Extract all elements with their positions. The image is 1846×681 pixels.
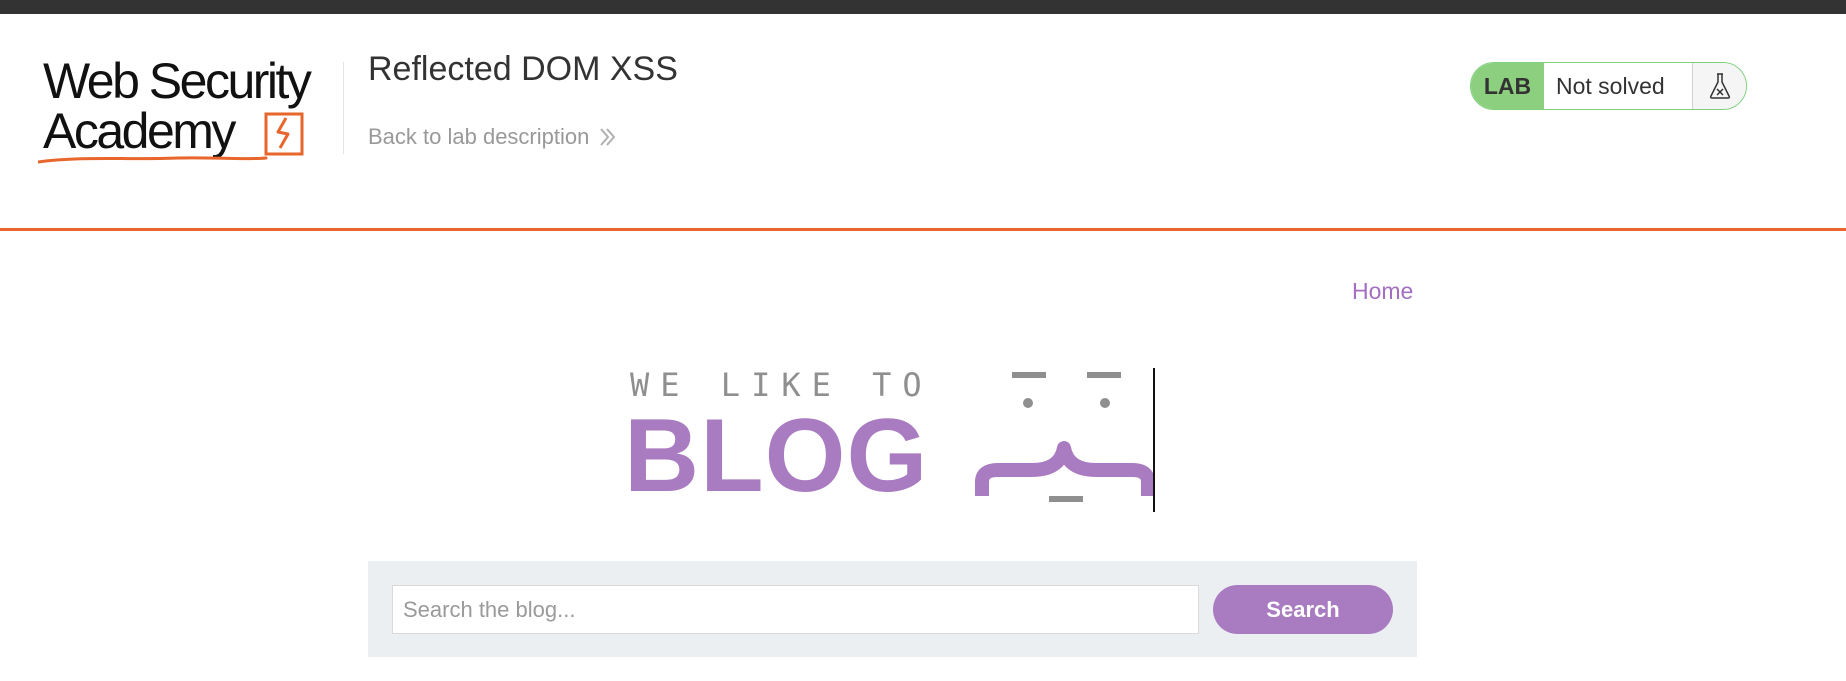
lab-badge: LAB (1471, 63, 1544, 109)
lab-status-widget: LAB Not solved (1470, 62, 1747, 110)
browser-top-bar (0, 0, 1846, 14)
back-link-label: Back to lab description (368, 124, 590, 149)
lab-title: Reflected DOM XSS (368, 50, 678, 88)
search-button[interactable]: Search (1213, 585, 1393, 634)
nav-home-link[interactable]: Home (1352, 278, 1413, 305)
lab-header: Web Security Academy Reflected DOM XSS B… (0, 14, 1846, 228)
logo-lightning-icon (38, 112, 304, 164)
web-security-academy-logo[interactable]: Web Security Academy (38, 48, 344, 178)
blog-banner: WE LIKE TO BLOG (620, 360, 1160, 520)
search-panel: Search (368, 561, 1417, 657)
back-to-lab-description-link[interactable]: Back to lab description (368, 124, 616, 150)
flask-icon (1693, 63, 1746, 109)
blog-face-icon (975, 368, 1155, 512)
header-orange-rule (0, 228, 1846, 231)
lab-status-text: Not solved (1544, 63, 1693, 109)
search-input[interactable] (392, 585, 1199, 634)
header-divider (343, 62, 344, 154)
double-chevron-right-icon (600, 128, 616, 146)
